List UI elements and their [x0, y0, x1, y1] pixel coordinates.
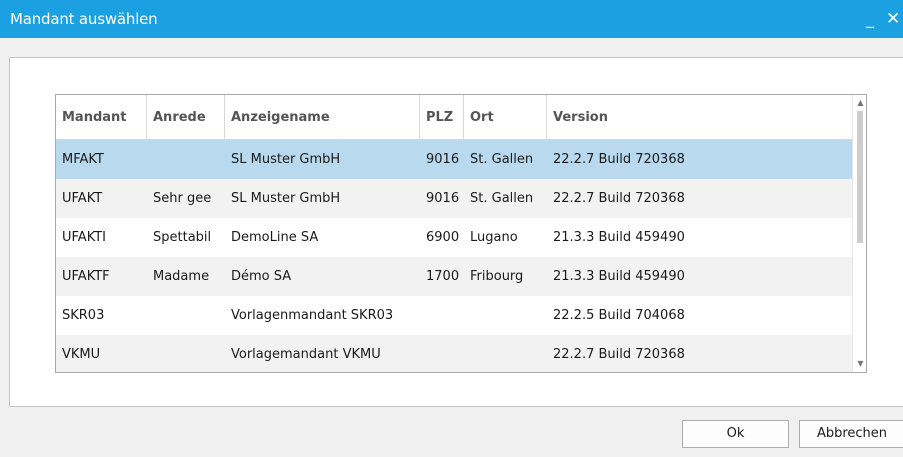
scroll-thumb[interactable] [857, 111, 863, 243]
cell-ort: St. Gallen [470, 152, 534, 167]
table-row[interactable]: UFAKTF Madame Démo SA 1700 Fribourg 21.3… [56, 257, 852, 296]
cell-version: 22.2.7 Build 720368 [553, 347, 685, 362]
cell-version: 22.2.7 Build 720368 [553, 152, 685, 167]
cell-plz [420, 335, 464, 372]
cell-version: 21.3.3 Build 459490 [553, 230, 685, 245]
cell-ort [464, 335, 547, 372]
cell-anrede [147, 140, 225, 179]
cell-mandant: UFAKT [62, 191, 103, 206]
cell-ort: Fribourg [470, 269, 524, 284]
minimize-icon[interactable]: _ [860, 6, 880, 32]
column-header-mandant[interactable]: Mandant [56, 95, 147, 140]
cell-version: 22.2.7 Build 720368 [553, 191, 685, 206]
cell-anrede: Madame [153, 269, 210, 284]
column-header-version[interactable]: Version [547, 95, 852, 140]
title-bar[interactable]: Mandant auswählen _ ✕ [0, 0, 903, 38]
cell-anzeigename: Vorlagenmandant SKR03 [231, 308, 394, 323]
cell-anzeigename: SL Muster GmbH [231, 191, 341, 206]
table-row[interactable]: VKMU Vorlagemandant VKMU 22.2.7 Build 72… [56, 335, 852, 372]
column-header-ort[interactable]: Ort [464, 95, 547, 140]
cell-ort: St. Gallen [470, 191, 534, 206]
table-row[interactable]: SKR03 Vorlagenmandant SKR03 22.2.5 Build… [56, 296, 852, 335]
scroll-down-icon[interactable]: ▼ [855, 358, 866, 370]
cell-plz [420, 296, 464, 335]
cell-mandant: VKMU [62, 347, 101, 362]
cell-version: 21.3.3 Build 459490 [553, 269, 685, 284]
cell-anrede [147, 335, 225, 372]
cell-anzeigename: Vorlagemandant VKMU [231, 347, 381, 362]
ok-button[interactable]: Ok [682, 420, 789, 448]
cell-mandant: MFAKT [62, 152, 104, 167]
close-icon[interactable]: ✕ [886, 6, 903, 32]
table-row[interactable]: UFAKTI Spettabil DemoLine SA 6900 Lugano… [56, 218, 852, 257]
cell-plz: 1700 [426, 269, 460, 284]
scroll-up-icon[interactable]: ▲ [855, 97, 866, 109]
cell-ort: Lugano [470, 230, 518, 245]
cell-anrede [147, 296, 225, 335]
cell-anzeigename: Démo SA [231, 269, 292, 284]
cell-anzeigename: SL Muster GmbH [231, 152, 341, 167]
cell-plz: 9016 [426, 191, 460, 206]
mandant-grid[interactable]: Mandant Anrede Anzeigename PLZ Ort Versi… [55, 94, 867, 373]
cell-mandant: UFAKTI [62, 230, 106, 245]
cell-anzeigename: DemoLine SA [231, 230, 319, 245]
cell-mandant: SKR03 [62, 308, 105, 323]
cell-anrede: Spettabil [153, 230, 212, 245]
column-header-plz[interactable]: PLZ [420, 95, 464, 140]
table-row[interactable]: UFAKT Sehr gee SL Muster GmbH 9016 St. G… [56, 179, 852, 218]
cancel-button[interactable]: Abbrechen [799, 420, 903, 448]
cell-plz: 9016 [426, 152, 460, 167]
cell-plz: 6900 [426, 230, 460, 245]
column-header-anrede[interactable]: Anrede [147, 95, 225, 140]
vertical-scrollbar[interactable]: ▲ ▼ [852, 95, 866, 372]
table-row[interactable]: MFAKT SL Muster GmbH 9016 St. Gallen 22.… [56, 140, 852, 179]
dialog-window: Mandant auswählen _ ✕ Mandant Anrede Anz… [0, 0, 903, 457]
cell-mandant: UFAKTF [62, 269, 110, 284]
cell-anrede: Sehr gee [153, 191, 212, 206]
cell-ort [464, 296, 547, 335]
window-title: Mandant auswählen [10, 10, 158, 28]
cell-version: 22.2.5 Build 704068 [553, 308, 685, 323]
column-header-anzeigename[interactable]: Anzeigename [225, 95, 420, 140]
grid-header: Mandant Anrede Anzeigename PLZ Ort Versi… [56, 95, 852, 140]
